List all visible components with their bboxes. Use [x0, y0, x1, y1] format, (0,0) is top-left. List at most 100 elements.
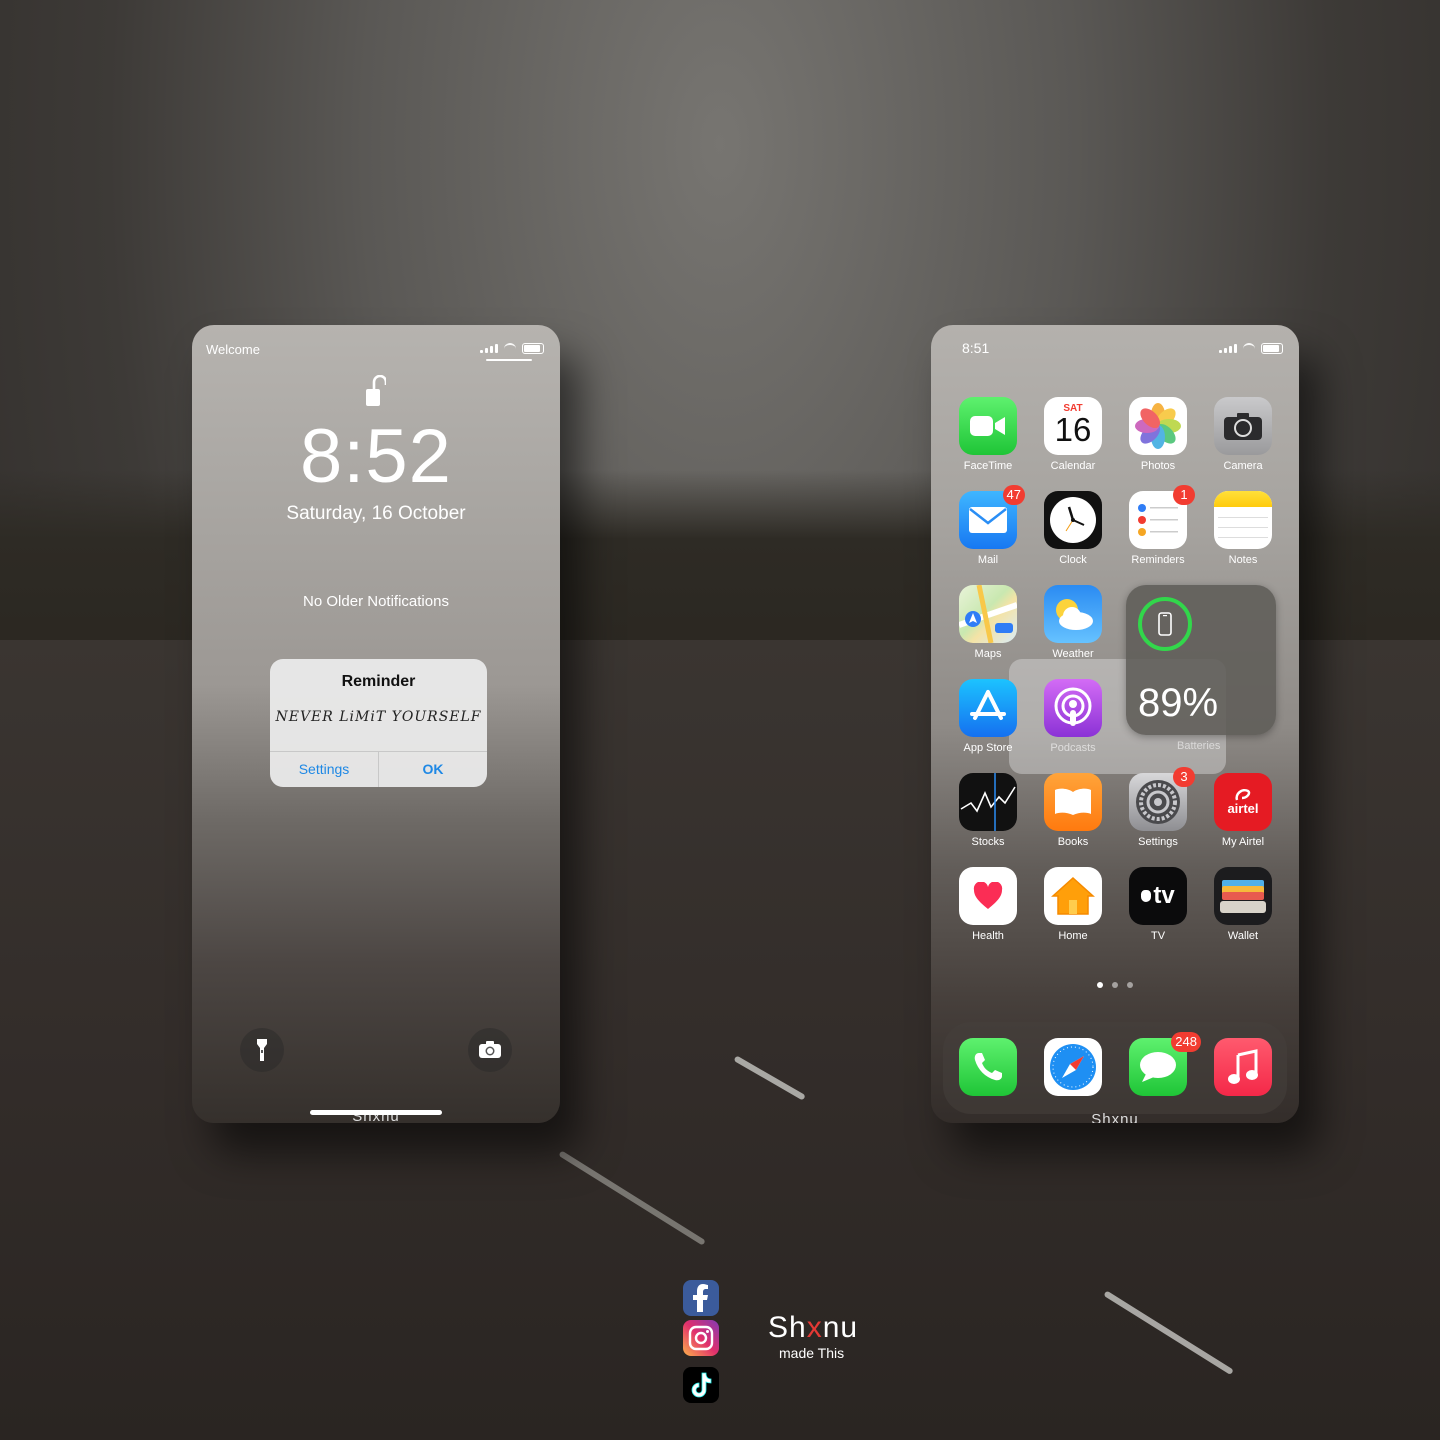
alert-message: NEVER LiMiT YOURSELF	[275, 709, 482, 725]
app-reminders[interactable]: 1 Reminders	[1123, 485, 1195, 566]
apple-tv-icon: tv	[1129, 867, 1187, 925]
lock-date: Saturday, 16 October	[286, 503, 466, 524]
clock-icon	[1044, 491, 1102, 549]
calendar-date: 16	[1054, 410, 1092, 448]
app-maps[interactable]: Maps	[953, 585, 1023, 660]
camera-icon	[479, 1041, 501, 1058]
dock-music[interactable]	[1208, 1038, 1278, 1096]
app-podcasts[interactable]: Podcasts	[1038, 679, 1108, 754]
brand-x: x	[806, 1311, 823, 1344]
app-calendar[interactable]: SAT 16 Calendar	[1038, 397, 1108, 472]
signal-icon	[1219, 344, 1237, 353]
wifi-icon	[504, 343, 516, 354]
app-settings[interactable]: 3 Settings	[1123, 767, 1195, 848]
app-wallet[interactable]: Wallet	[1208, 867, 1278, 942]
app-notes[interactable]: Notes	[1208, 491, 1278, 566]
app-stocks[interactable]: Stocks	[953, 773, 1023, 848]
app-books[interactable]: Books	[1038, 773, 1108, 848]
tv-glyph: tv	[1153, 882, 1175, 909]
app-facetime[interactable]: FaceTime	[953, 397, 1023, 472]
app-label: Stocks	[971, 836, 1005, 848]
home-time: 8:51	[962, 340, 990, 356]
brand-prefix: Sh	[768, 1311, 807, 1344]
apple-logo-icon	[1141, 890, 1152, 902]
page-dot[interactable]	[1112, 982, 1118, 988]
health-icon	[959, 867, 1017, 925]
wifi-icon	[1243, 343, 1255, 354]
battery-icon	[522, 343, 544, 354]
status-icons	[1219, 343, 1283, 354]
app-label: Weather	[1052, 648, 1094, 660]
app-label: TV	[1150, 930, 1166, 942]
tiktok-icon[interactable]	[683, 1367, 719, 1403]
app-label: Reminders	[1131, 554, 1185, 566]
flashlight-button[interactable]	[240, 1028, 284, 1072]
podcasts-icon	[1044, 679, 1102, 737]
made-this-label: made This	[779, 1345, 845, 1361]
app-mail[interactable]: 47 Mail	[953, 485, 1025, 566]
app-label: Mail	[977, 554, 999, 566]
facetime-icon	[959, 397, 1017, 455]
camera-button[interactable]	[468, 1028, 512, 1072]
page-indicator[interactable]	[931, 982, 1299, 988]
airtel-icon: airtel	[1214, 773, 1272, 831]
alert-settings-button[interactable]: Settings	[270, 752, 379, 787]
app-clock[interactable]: Clock	[1038, 491, 1108, 566]
app-label: Books	[1057, 836, 1089, 848]
watermark-home: Shxnu	[1091, 1111, 1139, 1123]
dock-safari[interactable]	[1038, 1038, 1108, 1096]
app-home[interactable]: Home	[1038, 867, 1108, 942]
page-dot[interactable]	[1127, 982, 1133, 988]
photos-icon	[1129, 397, 1187, 455]
home-house-icon	[1044, 867, 1102, 925]
app-label: Clock	[1059, 554, 1087, 566]
app-my-airtel[interactable]: airtel My Airtel	[1208, 773, 1278, 848]
airtel-wordmark: airtel	[1227, 801, 1259, 816]
camera-app-icon	[1214, 397, 1272, 455]
battery-ring	[1138, 597, 1192, 651]
app-app-store[interactable]: App Store	[953, 679, 1023, 754]
app-tv[interactable]: tv TV	[1123, 867, 1193, 942]
home-indicator[interactable]	[310, 1110, 442, 1115]
lock-clock: 8:52	[300, 414, 452, 499]
battery-icon	[1261, 343, 1283, 354]
alert-title: Reminder	[341, 673, 416, 690]
brand-suffix: nu	[822, 1311, 859, 1344]
alert-ok-button[interactable]: OK	[379, 752, 487, 787]
app-weather[interactable]: Weather	[1038, 585, 1108, 660]
maps-icon	[959, 585, 1017, 643]
stocks-icon	[959, 773, 1017, 831]
reminder-alert: Reminder NEVER LiMiT YOURSELF Settings O…	[270, 659, 487, 787]
safari-compass-icon	[1044, 1038, 1102, 1096]
control-center-indicator[interactable]	[486, 359, 532, 361]
lock-screen-phone: Welcome 8:52 Saturday, 16 October No Old…	[192, 325, 560, 1123]
app-label: Photos	[1140, 460, 1176, 472]
app-label: Podcasts	[1050, 742, 1096, 754]
instagram-icon[interactable]	[683, 1320, 719, 1356]
page-dot[interactable]	[1097, 982, 1103, 988]
app-label: Maps	[974, 648, 1002, 660]
facebook-icon[interactable]	[683, 1280, 719, 1316]
app-label: Wallet	[1227, 930, 1259, 942]
batteries-widget[interactable]: 89%	[1126, 585, 1276, 735]
weather-icon	[1044, 585, 1102, 643]
brand-signature: Shxnu	[768, 1311, 858, 1345]
app-label: Camera	[1223, 460, 1263, 472]
signal-icon	[480, 344, 498, 353]
dock-phone[interactable]	[953, 1038, 1023, 1096]
messages-badge: 248	[1171, 1032, 1201, 1052]
mail-badge: 47	[1002, 485, 1025, 505]
app-label: My Airtel	[1221, 836, 1265, 848]
books-icon	[1044, 773, 1102, 831]
home-screen-phone: 8:51 FaceTime SAT 16 Calendar Photos Cam…	[931, 325, 1299, 1123]
iphone-icon	[1158, 612, 1172, 636]
app-camera[interactable]: Camera	[1208, 397, 1278, 472]
dock-messages[interactable]: 248	[1123, 1032, 1201, 1096]
app-health[interactable]: Health	[953, 867, 1023, 942]
reminders-badge: 1	[1173, 485, 1195, 505]
app-photos[interactable]: Photos	[1123, 397, 1193, 472]
no-notifications-label: No Older Notifications	[303, 593, 449, 610]
phone-icon	[959, 1038, 1017, 1096]
status-icons	[480, 343, 544, 354]
app-label: App Store	[963, 742, 1013, 754]
